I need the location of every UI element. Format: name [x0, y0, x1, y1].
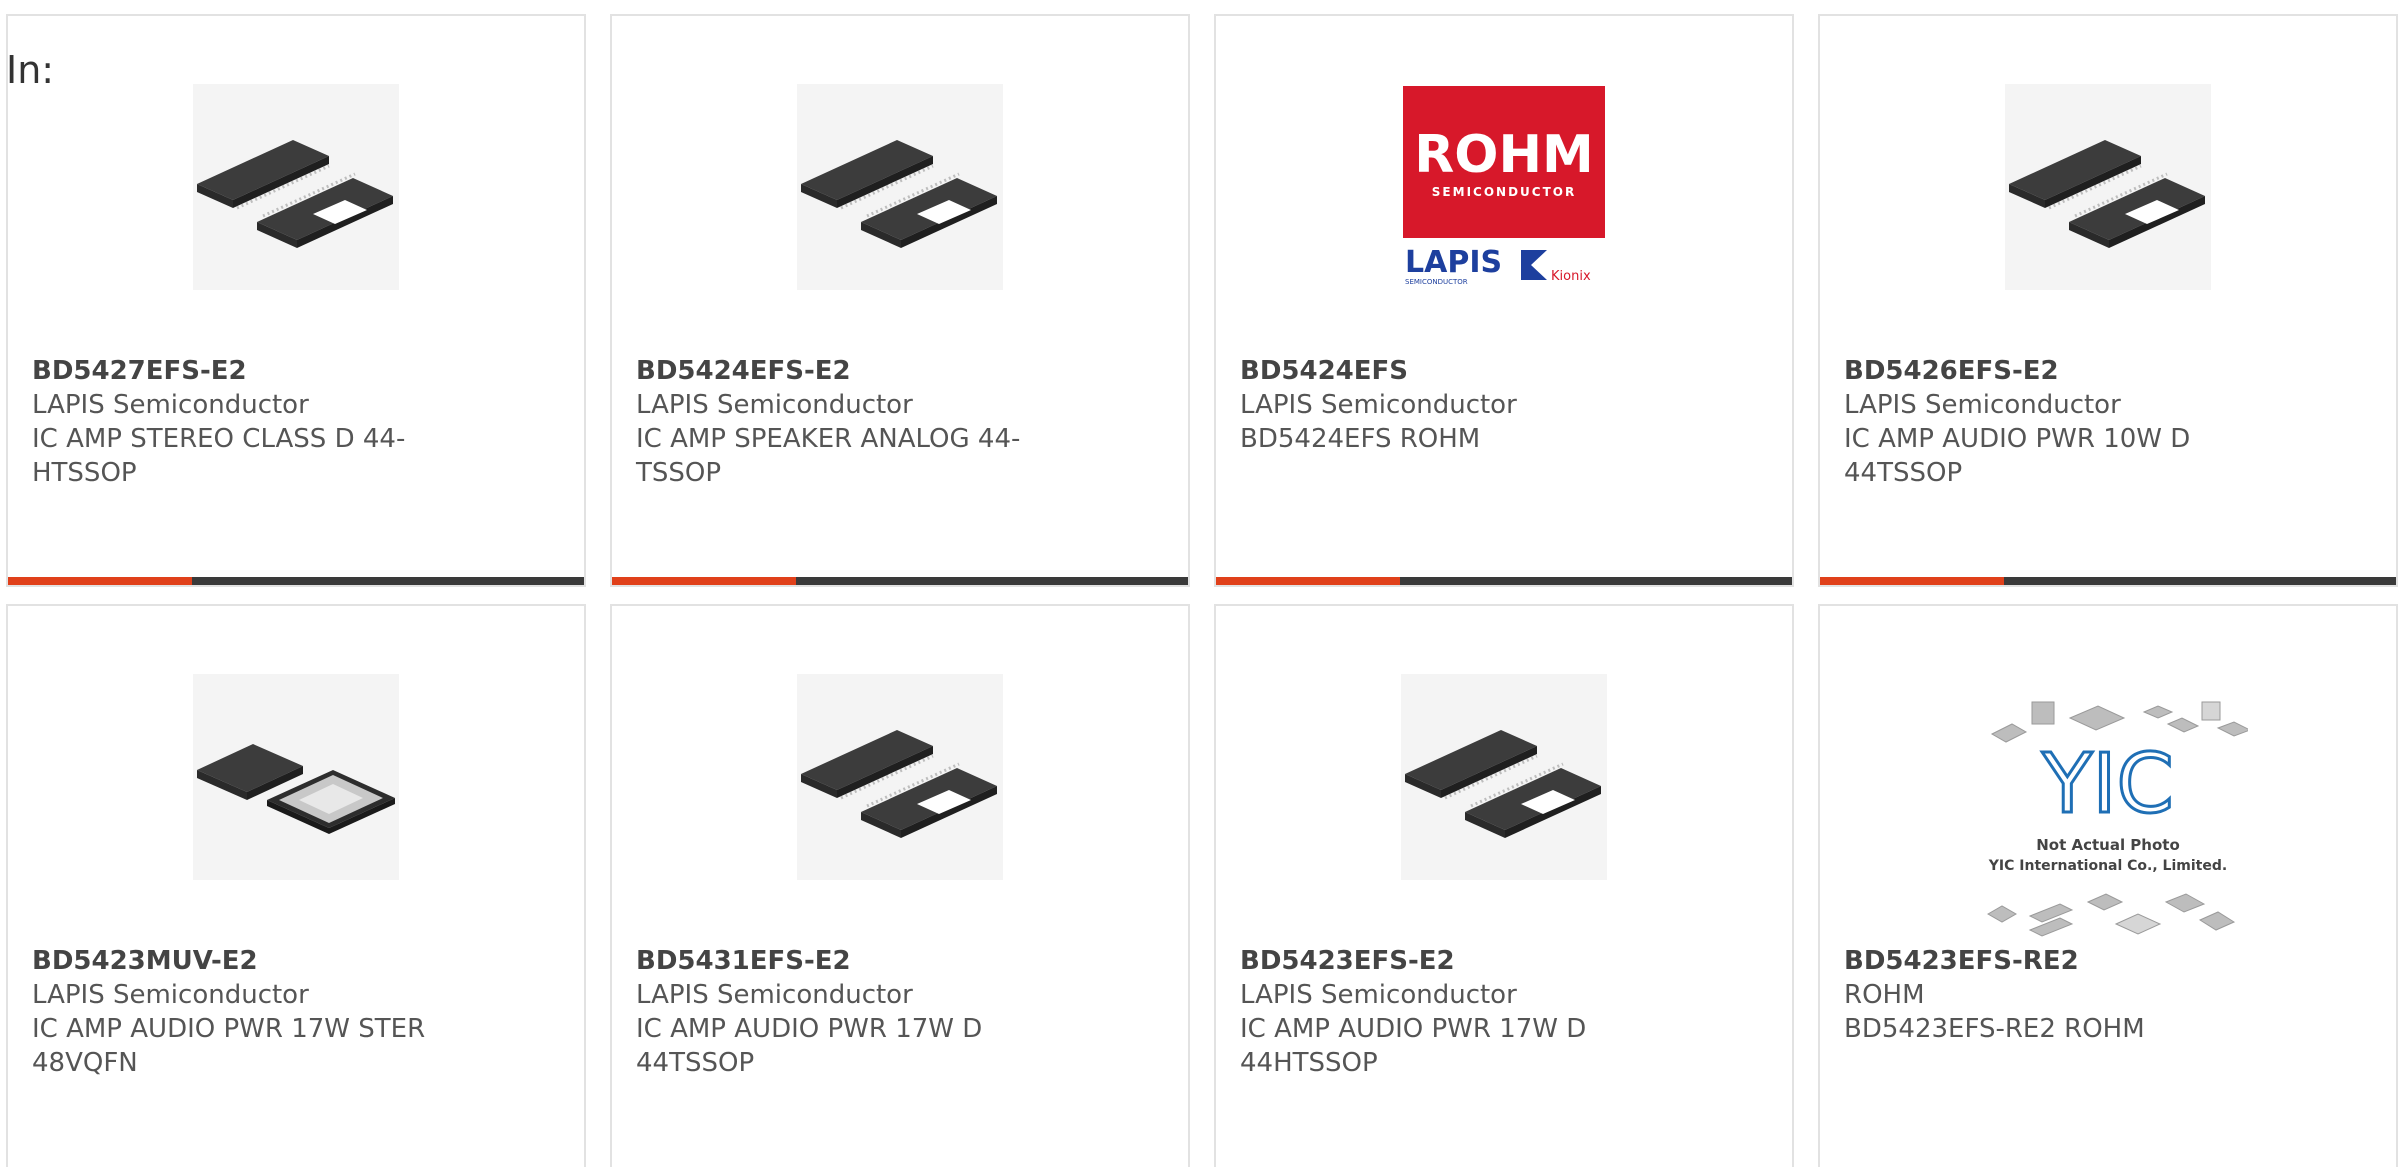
card-footer-bar: [612, 577, 1188, 585]
search-results-page: In: BD5427EFS-E2 LAPIS Semiconductor IC …: [0, 0, 2400, 1167]
manufacturer-name: LAPIS Semiconductor: [32, 980, 309, 1010]
part-number-link[interactable]: BD5426EFS-E2: [1844, 354, 2264, 388]
manufacturer-name: LAPIS Semiconductor: [32, 390, 309, 420]
card-footer-bar: [1820, 577, 2396, 585]
tssop-chip-icon: [797, 674, 1003, 880]
product-card[interactable]: BD5431EFS-E2 LAPIS Semiconductor IC AMP …: [610, 604, 1190, 1167]
product-info: BD5431EFS-E2 LAPIS Semiconductor IC AMP …: [636, 944, 1056, 1080]
product-description: BD5423EFS-RE2 ROHM: [1844, 1014, 2145, 1044]
manufacturer-name: ROHM: [1844, 980, 1925, 1010]
product-info: BD5427EFS-E2 LAPIS Semiconductor IC AMP …: [32, 354, 452, 490]
product-info: BD5424EFS-E2 LAPIS Semiconductor IC AMP …: [636, 354, 1056, 490]
product-info: BD5423EFS-RE2 ROHM BD5423EFS-RE2 ROHM: [1844, 944, 2264, 1046]
rohm-logo-text: ROHM: [1414, 125, 1594, 185]
manufacturer-name: LAPIS Semiconductor: [636, 980, 913, 1010]
product-card[interactable]: BD5426EFS-E2 LAPIS Semiconductor IC AMP …: [1818, 14, 2398, 587]
product-description: IC AMP AUDIO PWR 17W STER 48VQFN: [32, 1014, 426, 1078]
product-image[interactable]: [2005, 84, 2211, 290]
part-number-link[interactable]: BD5423MUV-E2: [32, 944, 452, 978]
product-image[interactable]: [193, 674, 399, 880]
card-footer-accent: [612, 577, 796, 585]
product-description: IC AMP AUDIO PWR 17W D 44HTSSOP: [1240, 1014, 1587, 1078]
part-number-link[interactable]: BD5424EFS: [1240, 354, 1660, 388]
part-number-link[interactable]: BD5424EFS-E2: [636, 354, 1056, 388]
placeholder-company: YIC International Co., Limited.: [1988, 858, 2227, 874]
product-info: BD5424EFS LAPIS Semiconductor BD5424EFS …: [1240, 354, 1660, 456]
product-image[interactable]: [193, 84, 399, 290]
tssop-chip-icon: [2005, 84, 2211, 290]
product-card[interactable]: ROHM SEMICONDUCTOR LAPIS SEMICONDUCTOR K…: [1214, 14, 1794, 587]
card-footer-accent: [8, 577, 192, 585]
rohm-lapis-logo: ROHM SEMICONDUCTOR LAPIS SEMICONDUCTOR K…: [1403, 86, 1605, 286]
product-card[interactable]: YIC Not Actual Photo YIC International C…: [1818, 604, 2398, 1167]
card-footer-accent: [1820, 577, 2004, 585]
card-footer-accent: [1216, 577, 1400, 585]
tssop-chip-icon: [797, 84, 1003, 290]
product-info: BD5426EFS-E2 LAPIS Semiconductor IC AMP …: [1844, 354, 2264, 490]
product-card[interactable]: BD5423MUV-E2 LAPIS Semiconductor IC AMP …: [6, 604, 586, 1167]
manufacturer-name: LAPIS Semiconductor: [1240, 980, 1517, 1010]
product-card[interactable]: BD5424EFS-E2 LAPIS Semiconductor IC AMP …: [610, 14, 1190, 587]
yic-placeholder-icon: YIC Not Actual Photo YIC International C…: [1986, 701, 2248, 937]
product-description: IC AMP AUDIO PWR 17W D 44TSSOP: [636, 1014, 983, 1078]
product-description: BD5424EFS ROHM: [1240, 424, 1481, 454]
product-info: BD5423MUV-E2 LAPIS Semiconductor IC AMP …: [32, 944, 452, 1080]
product-description: IC AMP AUDIO PWR 10W D 44TSSOP: [1844, 424, 2191, 488]
rohm-logo-subtext: SEMICONDUCTOR: [1432, 185, 1576, 199]
product-image[interactable]: [797, 84, 1003, 290]
card-footer-bar: [1216, 577, 1792, 585]
product-description: IC AMP SPEAKER ANALOG 44-TSSOP: [636, 424, 1021, 488]
lapis-logo-text: LAPIS: [1405, 245, 1502, 280]
kionix-logo-text: Kionix: [1551, 269, 1591, 284]
product-card[interactable]: BD5427EFS-E2 LAPIS Semiconductor IC AMP …: [6, 14, 586, 587]
filter-label: In:: [6, 48, 55, 92]
placeholder-note: Not Actual Photo: [2036, 836, 2180, 854]
product-image[interactable]: [1401, 674, 1607, 880]
tssop-chip-icon: [193, 84, 399, 290]
product-grid: BD5427EFS-E2 LAPIS Semiconductor IC AMP …: [6, 14, 2398, 1167]
product-card[interactable]: BD5423EFS-E2 LAPIS Semiconductor IC AMP …: [1214, 604, 1794, 1167]
kionix-mark-icon: [1521, 250, 1547, 280]
manufacturer-name: LAPIS Semiconductor: [636, 390, 913, 420]
product-image[interactable]: ROHM SEMICONDUCTOR LAPIS SEMICONDUCTOR K…: [1401, 84, 1607, 290]
part-number-link[interactable]: BD5423EFS-E2: [1240, 944, 1660, 978]
manufacturer-name: LAPIS Semiconductor: [1844, 390, 2121, 420]
part-number-link[interactable]: BD5431EFS-E2: [636, 944, 1056, 978]
part-number-link[interactable]: BD5427EFS-E2: [32, 354, 452, 388]
manufacturer-name: LAPIS Semiconductor: [1240, 390, 1517, 420]
part-number-link[interactable]: BD5423EFS-RE2: [1844, 944, 2264, 978]
product-description: IC AMP STEREO CLASS D 44-HTSSOP: [32, 424, 406, 488]
product-image[interactable]: YIC Not Actual Photo YIC International C…: [1968, 692, 2248, 942]
card-footer-bar: [8, 577, 584, 585]
lapis-logo-subtext: SEMICONDUCTOR: [1405, 278, 1468, 286]
yic-logo-text: YIC: [2041, 737, 2174, 832]
tssop-chip-icon: [1401, 674, 1607, 880]
vqfn-chip-icon: [193, 674, 399, 880]
product-info: BD5423EFS-E2 LAPIS Semiconductor IC AMP …: [1240, 944, 1660, 1080]
product-image[interactable]: [797, 674, 1003, 880]
